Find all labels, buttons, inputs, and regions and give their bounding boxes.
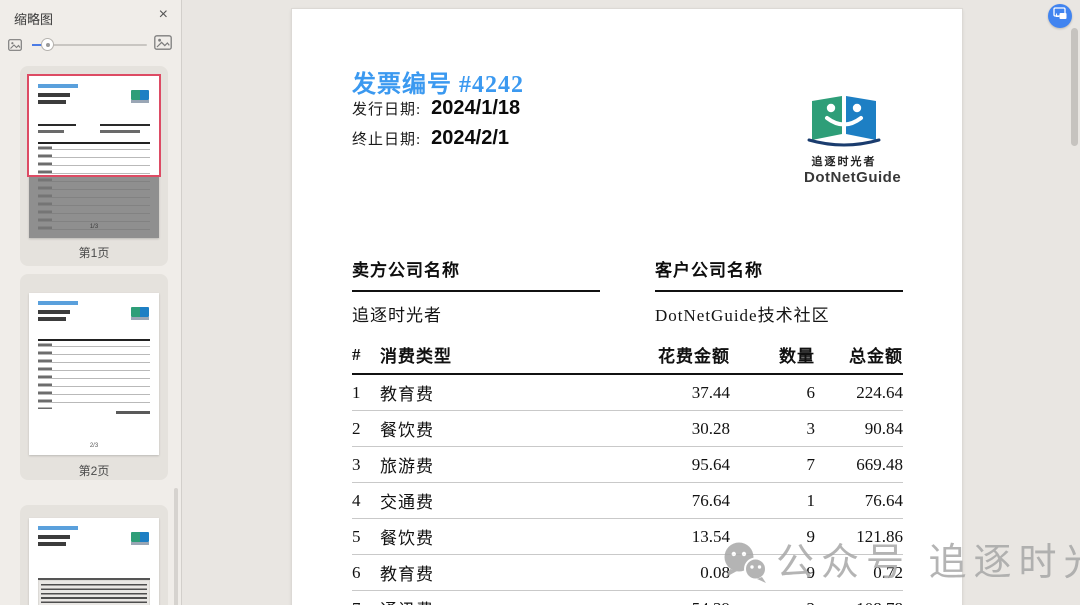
thumbnail-zoom-out-icon[interactable] <box>8 38 22 56</box>
table-row: 3 旅游费 95.64 7 669.48 <box>352 447 903 483</box>
company-section: 卖方公司名称 追逐时光者 客户公司名称 DotNetGuide技术社区 <box>352 256 903 326</box>
customer-label: 客户公司名称 <box>655 256 903 292</box>
invoice-title: 发票编号 #4242 <box>352 64 524 99</box>
customer-section: 客户公司名称 DotNetGuide技术社区 <box>655 256 903 326</box>
seller-label: 卖方公司名称 <box>352 256 600 292</box>
customer-name: DotNetGuide技术社区 <box>655 301 903 326</box>
thumbnail-size-slider[interactable] <box>32 33 147 57</box>
open-book-icon <box>807 134 881 151</box>
table-row: 7 通讯费 54.39 2 108.78 <box>352 591 903 605</box>
pdf-reader-window: 缩略图 × <box>0 0 1080 605</box>
end-date-value: 2024/2/1 <box>431 127 509 150</box>
thumbnail-panel: 缩略图 × <box>0 0 182 605</box>
thumbnail-page-3-preview <box>29 518 159 605</box>
issue-date-label: 发行日期: <box>352 98 421 119</box>
page-footer-indicator: 2/3 <box>29 443 159 449</box>
table-row: 5 餐饮费 13.54 9 121.86 <box>352 519 903 555</box>
close-icon[interactable]: × <box>159 7 168 23</box>
thumbnail-item-3[interactable] <box>20 505 168 605</box>
end-date-row: 终止日期: 2024/2/1 <box>352 127 509 150</box>
seller-section: 卖方公司名称 追逐时光者 <box>352 256 600 326</box>
issue-date-row: 发行日期: 2024/1/18 <box>352 97 520 120</box>
mini-logo <box>131 532 149 542</box>
panel-title: 缩略图 <box>14 9 53 28</box>
viewport-indicator <box>27 74 161 177</box>
end-date-label: 终止日期: <box>352 128 421 149</box>
thumbnail-item-2[interactable]: 2/3 第2页 <box>20 274 168 480</box>
brand-name-en: DotNetGuide <box>804 169 884 186</box>
thumbnail-label: 第2页 <box>20 462 168 479</box>
table-header-row: # 消费类型 花费金额 数量 总金额 <box>352 336 903 375</box>
thumbnail-item-1[interactable]: 1/3 第1页 <box>20 66 168 266</box>
hidden-region-overlay: 1/3 <box>29 175 159 238</box>
sidebar-scrollbar[interactable] <box>174 488 178 605</box>
thumbnail-page-2-preview: 2/3 <box>29 293 159 455</box>
seller-name: 追逐时光者 <box>352 301 600 326</box>
mini-paragraph <box>38 578 150 605</box>
thumbnail-page-1-preview: 1/3 <box>29 76 159 238</box>
slider-handle[interactable] <box>41 38 54 51</box>
picture-in-picture-icon <box>1053 7 1067 25</box>
table-row: 1 教育费 37.44 6 224.64 <box>352 375 903 411</box>
expense-table: # 消费类型 花费金额 数量 总金额 1 教育费 37.44 6 224.64 … <box>352 336 903 605</box>
mini-logo <box>131 307 149 317</box>
thumbnail-label: 第1页 <box>20 244 168 261</box>
table-row: 4 交通费 76.64 1 76.64 <box>352 483 903 519</box>
document-viewer: 发票编号 #4242 发行日期: 2024/1/18 终止日期: 2024/2/… <box>182 0 1080 605</box>
brand-logo: 追逐时光者 DotNetGuide <box>804 93 884 186</box>
brand-name-cn: 追逐时光者 <box>804 153 884 169</box>
page-footer-indicator: 1/3 <box>29 224 159 230</box>
thumbnail-panel-header: 缩略图 × <box>0 0 181 32</box>
thumbnail-zoom-in-icon[interactable] <box>154 35 172 55</box>
main-scrollbar[interactable] <box>1071 28 1078 146</box>
float-tool-button[interactable] <box>1048 4 1072 28</box>
table-row: 2 餐饮费 30.28 3 90.84 <box>352 411 903 447</box>
table-row: 6 教育费 0.08 9 0.72 <box>352 555 903 591</box>
issue-date-value: 2024/1/18 <box>431 97 520 120</box>
thumbnail-zoom-row <box>0 33 181 57</box>
mini-table <box>38 339 150 407</box>
document-page: 发票编号 #4242 发行日期: 2024/1/18 终止日期: 2024/2/… <box>292 9 962 605</box>
